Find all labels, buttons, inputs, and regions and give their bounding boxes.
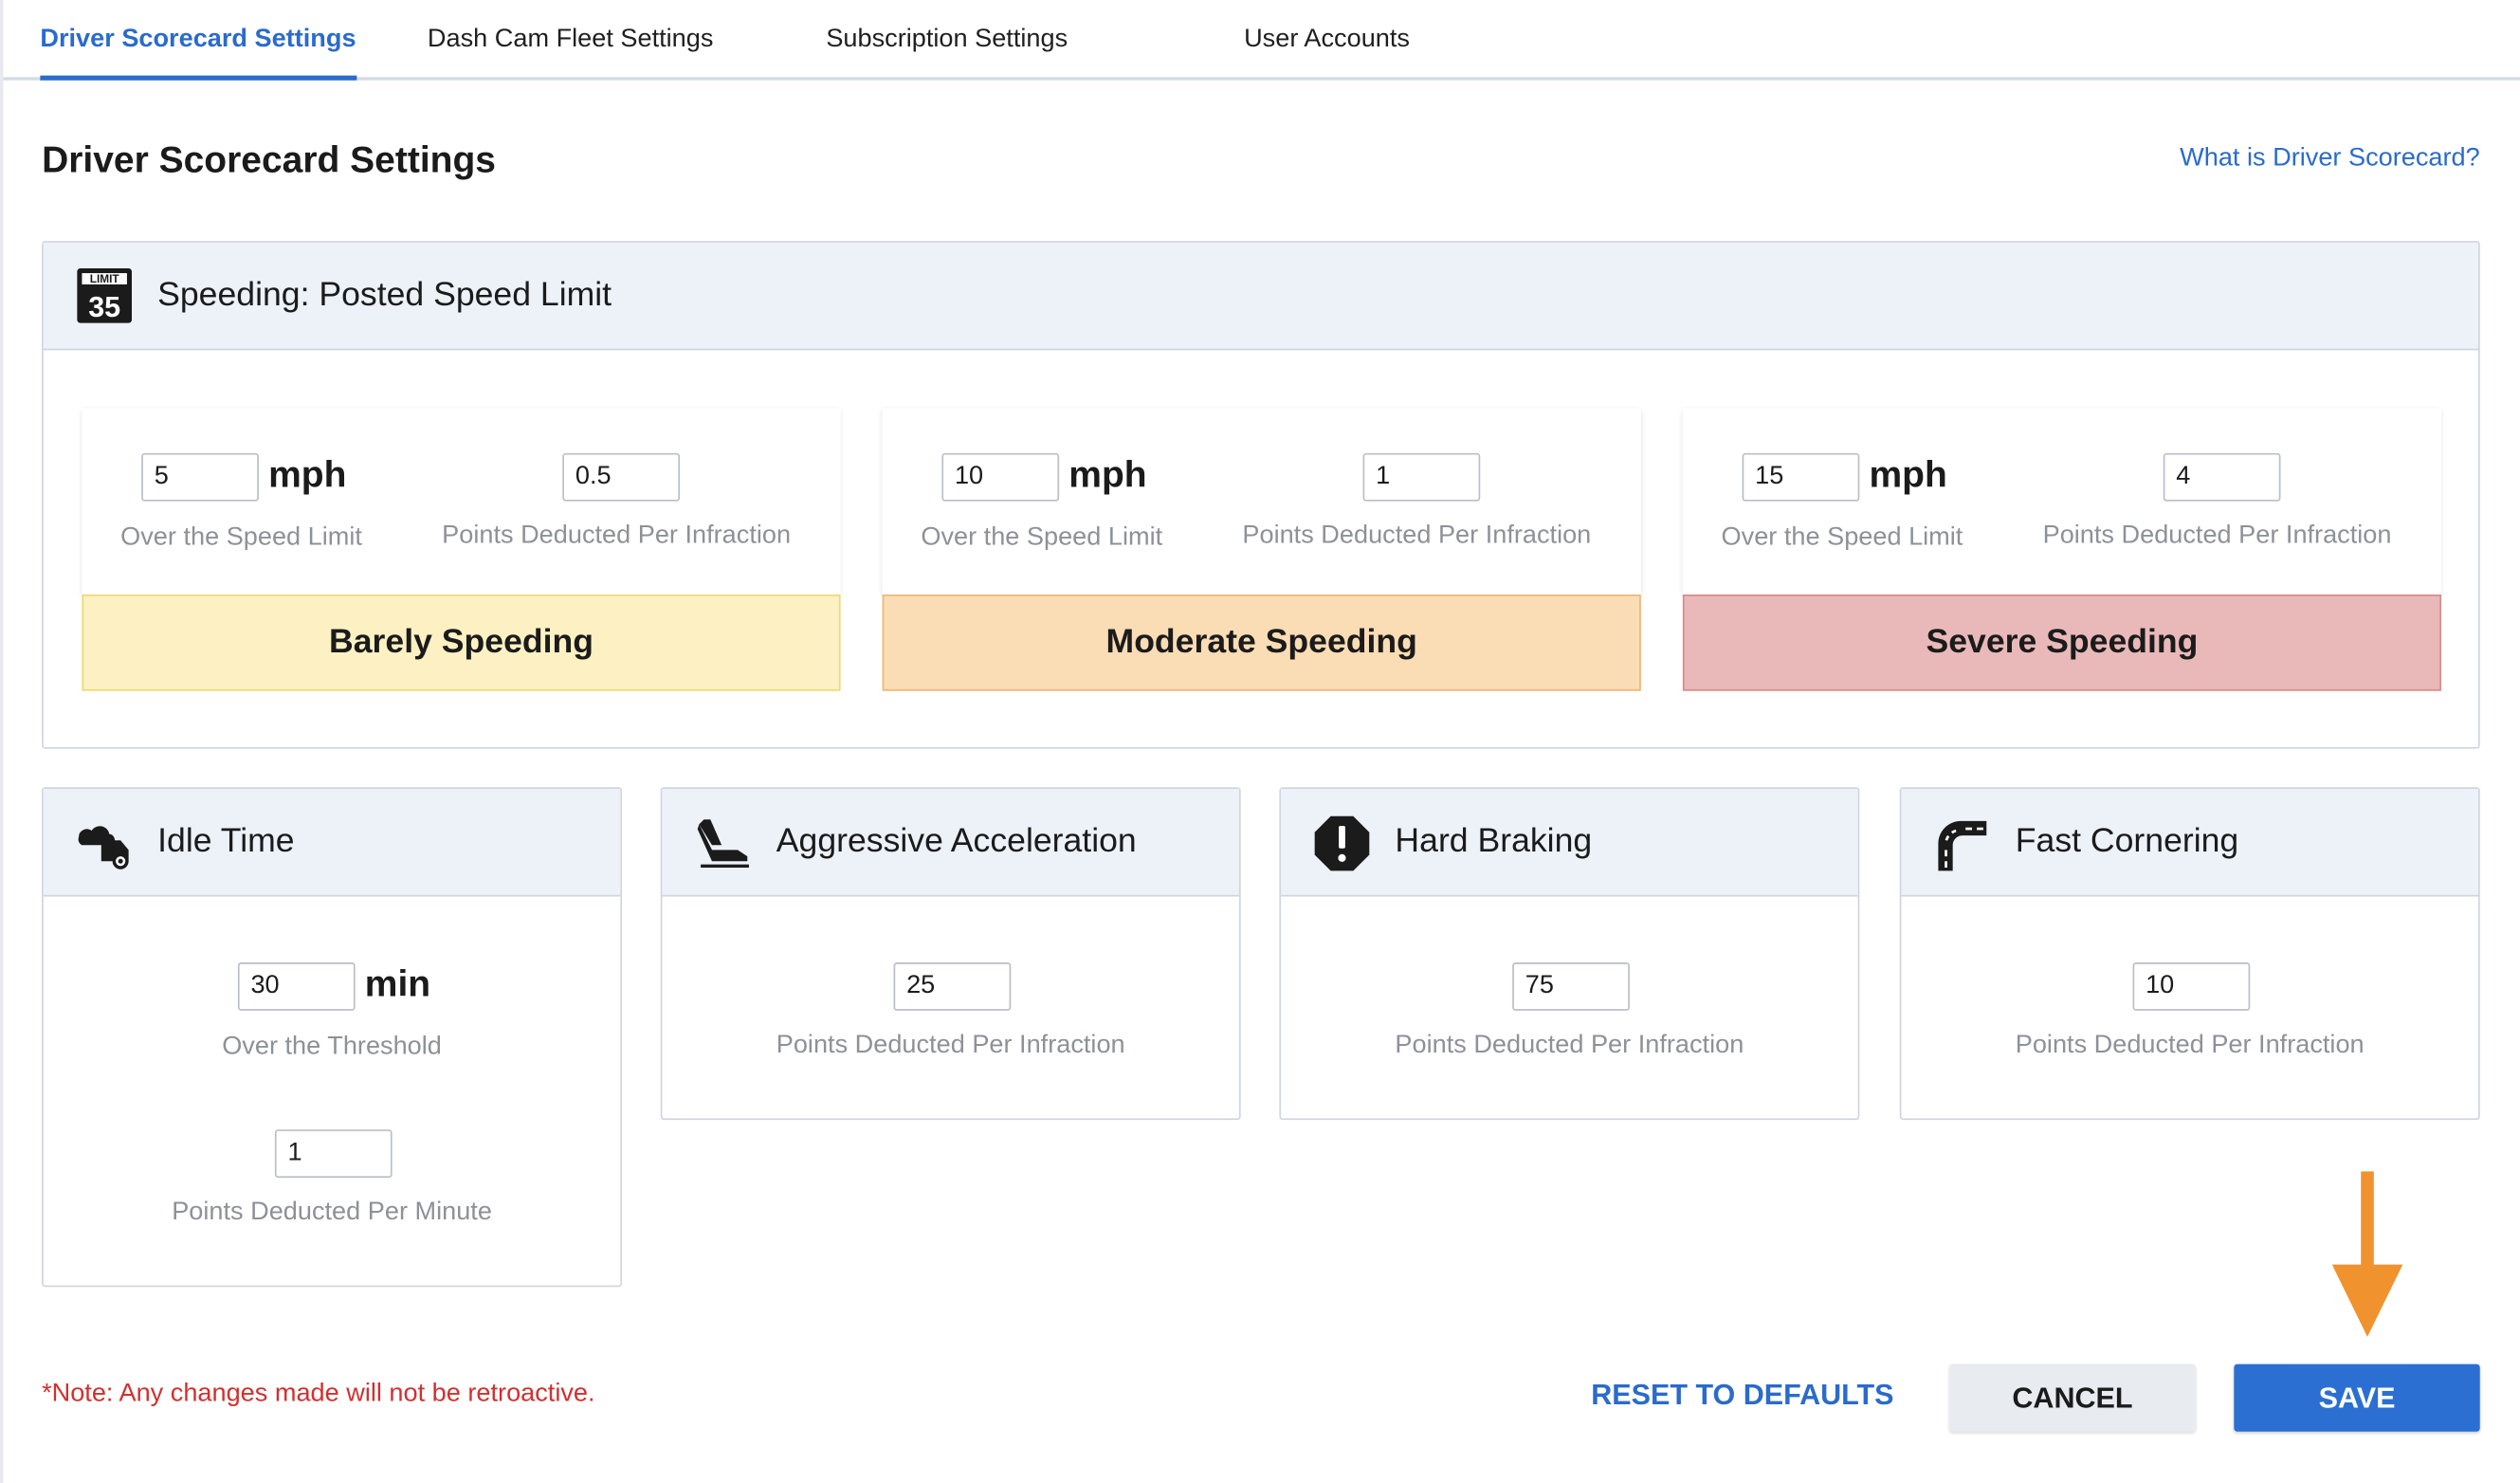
idling-truck-icon	[78, 826, 129, 870]
reset-to-defaults-button[interactable]: RESET TO DEFAULTS	[1591, 1379, 1893, 1413]
mph-unit-label: mph	[1068, 452, 1147, 495]
retroactive-note: *Note: Any changes made will not be retr…	[42, 1380, 595, 1408]
severe-speeding-panel: mph Over the Speed Limit Points Deducted…	[1682, 408, 2442, 694]
cancel-button[interactable]: CANCEL	[1949, 1364, 2196, 1432]
fast-cornering-card-title: Fast Cornering	[2015, 822, 2239, 860]
tab-user-accounts[interactable]: User Accounts	[1244, 0, 1410, 81]
gas-pedal-icon	[697, 819, 749, 869]
aggressive-acceleration-card: Aggressive Acceleration Points Deducted …	[660, 787, 1241, 1121]
points-per-infraction-caption: Points Deducted Per Infraction	[1395, 1031, 1744, 1059]
moderate-speeding-label: Moderate Speeding	[882, 594, 1641, 691]
moderate-speeding-panel: mph Over the Speed Limit Points Deducted…	[882, 408, 1641, 694]
tab-dash-cam-fleet-settings[interactable]: Dash Cam Fleet Settings	[428, 0, 714, 81]
barely-speeding-mph-input[interactable]	[141, 452, 259, 502]
speed-limit-sign-number: 35	[88, 291, 120, 323]
tab-bar: Driver Scorecard Settings Dash Cam Fleet…	[3, 0, 2520, 81]
over-speed-limit-caption: Over the Speed Limit	[120, 523, 362, 552]
save-button[interactable]: SAVE	[2234, 1364, 2480, 1432]
what-is-driver-scorecard-link[interactable]: What is Driver Scorecard?	[2180, 145, 2480, 174]
severe-speeding-label: Severe Speeding	[1682, 594, 2442, 691]
speeding-card: LIMIT 35 Speeding: Posted Speed Limit mp…	[42, 241, 2480, 749]
points-per-infraction-caption: Points Deducted Per Infraction	[776, 1031, 1125, 1059]
braking-points-input[interactable]	[1512, 962, 1630, 1011]
cornering-points-input[interactable]	[2132, 962, 2251, 1011]
speeding-card-title: Speeding: Posted Speed Limit	[157, 276, 612, 314]
speed-limit-sign-label: LIMIT	[90, 272, 120, 285]
points-per-infraction-caption: Points Deducted Per Infraction	[2015, 1031, 2365, 1059]
acceleration-points-input[interactable]	[893, 962, 1012, 1011]
settings-page: Driver Scorecard Settings Dash Cam Fleet…	[0, 0, 2520, 1483]
min-unit-label: min	[364, 962, 431, 1005]
idle-points-input[interactable]	[274, 1129, 393, 1179]
severe-speeding-mph-input[interactable]	[1742, 452, 1860, 502]
points-per-infraction-caption: Points Deducted Per Infraction	[2042, 522, 2392, 550]
speeding-card-header: LIMIT 35 Speeding: Posted Speed Limit	[43, 242, 2478, 351]
barely-speeding-panel: mph Over the Speed Limit Points Deducted…	[82, 408, 841, 694]
over-threshold-caption: Over the Threshold	[222, 1033, 442, 1061]
alert-octagon-icon	[1314, 815, 1370, 871]
moderate-speeding-points-input[interactable]	[1362, 452, 1481, 502]
idle-time-card-title: Idle Time	[157, 822, 295, 860]
tab-driver-scorecard-settings[interactable]: Driver Scorecard Settings	[40, 0, 356, 81]
points-per-infraction-caption: Points Deducted Per Infraction	[1242, 522, 1592, 550]
idle-time-card-header: Idle Time	[43, 788, 621, 897]
mph-unit-label: mph	[1869, 452, 1947, 495]
points-per-infraction-caption: Points Deducted Per Infraction	[442, 522, 792, 550]
curved-road-icon	[1938, 820, 1987, 871]
idle-time-card: Idle Time min Over the Threshold Points …	[42, 787, 623, 1288]
barely-speeding-label: Barely Speeding	[82, 594, 841, 691]
severe-speeding-points-input[interactable]	[2163, 452, 2281, 502]
barely-speeding-points-input[interactable]	[562, 452, 681, 502]
hard-braking-card-title: Hard Braking	[1395, 822, 1593, 860]
speed-limit-sign-icon: LIMIT 35	[77, 267, 133, 323]
mph-unit-label: mph	[268, 452, 347, 495]
tab-subscription-settings[interactable]: Subscription Settings	[826, 0, 1068, 81]
hard-braking-card-header: Hard Braking	[1281, 788, 1858, 897]
hard-braking-card: Hard Braking Points Deducted Per Infract…	[1279, 787, 1860, 1121]
idle-threshold-input[interactable]	[237, 962, 356, 1011]
points-per-minute-caption: Points Deducted Per Minute	[172, 1199, 492, 1226]
over-speed-limit-caption: Over the Speed Limit	[1721, 523, 1963, 552]
aggressive-acceleration-card-title: Aggressive Acceleration	[776, 822, 1137, 860]
left-border	[0, 0, 4, 1483]
page-title: Driver Scorecard Settings	[42, 137, 496, 180]
moderate-speeding-mph-input[interactable]	[941, 452, 1060, 502]
over-speed-limit-caption: Over the Speed Limit	[921, 523, 1163, 552]
aggressive-acceleration-card-header: Aggressive Acceleration	[662, 788, 1239, 897]
fast-cornering-card-header: Fast Cornering	[1901, 788, 2478, 897]
fast-cornering-card: Fast Cornering Points Deducted Per Infra…	[1899, 787, 2480, 1121]
annotation-arrow-icon	[2331, 1171, 2403, 1337]
